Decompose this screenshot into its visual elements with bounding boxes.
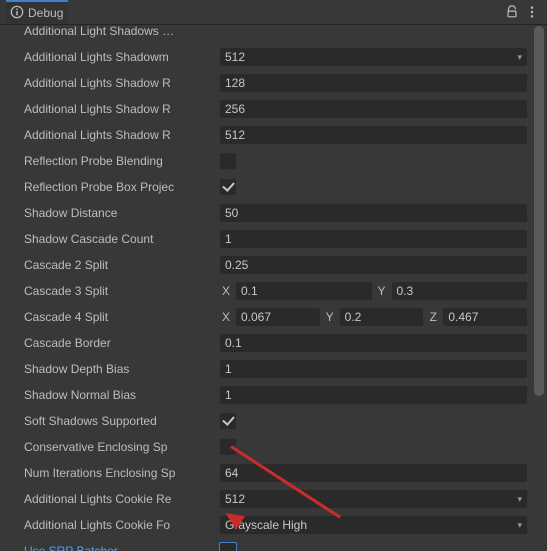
checkbox-reflection-probe-box[interactable] <box>220 179 236 195</box>
row-additional-lights-cookie-fmt: Additional Lights Cookie Fo Grayscale Hi… <box>0 512 547 538</box>
tab-title: Debug <box>28 6 63 20</box>
input-cascade2-split[interactable] <box>220 256 527 274</box>
input-shadow-distance[interactable] <box>220 204 527 222</box>
label-additional-lights-cookie-res: Additional Lights Cookie Re <box>24 492 220 506</box>
chevron-down-icon: ▾ <box>517 520 522 531</box>
label-shadow-normal-bias: Shadow Normal Bias <box>24 388 220 402</box>
label-cascade-border: Cascade Border <box>24 336 220 350</box>
input-num-iterations-enclosing-sp[interactable] <box>220 464 527 482</box>
row-additional-lights-shadow-r3: Additional Lights Shadow R <box>0 122 547 148</box>
row-reflection-probe-box: Reflection Probe Box Projec <box>0 174 547 200</box>
row-additional-light-shadows-cut: Additional Light Shadows … <box>0 24 547 44</box>
input-shadow-depth-bias[interactable] <box>220 360 527 378</box>
label-additional-lights-shadow-r2: Additional Lights Shadow R <box>24 102 220 116</box>
panel-menu-button[interactable] <box>523 3 541 21</box>
row-cascade3-split: Cascade 3 Split X Y <box>0 278 547 304</box>
checkbox-conservative-enclosing-sp[interactable] <box>220 439 236 455</box>
label-soft-shadows-supported: Soft Shadows Supported <box>24 414 220 428</box>
label-additional-lights-cookie-fmt: Additional Lights Cookie Fo <box>24 518 220 532</box>
label-shadow-cascade-count: Shadow Cascade Count <box>24 232 220 246</box>
label-additional-lights-shadowmap: Additional Lights Shadowm <box>24 50 220 64</box>
row-conservative-enclosing-sp: Conservative Enclosing Sp <box>0 434 547 460</box>
input-additional-lights-shadow-r3[interactable] <box>220 126 527 144</box>
row-shadow-depth-bias: Shadow Depth Bias <box>0 356 547 382</box>
label-cascade4-split: Cascade 4 Split <box>24 310 220 324</box>
debug-tab[interactable]: Debug <box>6 0 68 24</box>
input-cascade4-z[interactable] <box>443 308 527 326</box>
lock-button[interactable] <box>503 3 521 21</box>
row-additional-lights-shadowmap: Additional Lights Shadowm 512 ▾ <box>0 44 547 70</box>
axis-y-label: Y <box>376 284 388 298</box>
chevron-down-icon: ▾ <box>517 52 522 63</box>
label-cascade3-split: Cascade 3 Split <box>24 284 220 298</box>
dropdown-value: 512 <box>225 50 245 64</box>
input-cascade3-x[interactable] <box>236 282 372 300</box>
label-shadow-depth-bias: Shadow Depth Bias <box>24 362 220 376</box>
panel-header: Debug <box>0 0 547 25</box>
label-use-srp-batcher: Use SRP Batcher <box>24 544 220 551</box>
row-reflection-probe-blending: Reflection Probe Blending <box>0 148 547 174</box>
row-num-iterations-enclosing-sp: Num Iterations Enclosing Sp <box>0 460 547 486</box>
checkbox-use-srp-batcher[interactable] <box>220 543 236 551</box>
row-shadow-cascade-count: Shadow Cascade Count <box>0 226 547 252</box>
label-conservative-enclosing-sp: Conservative Enclosing Sp <box>24 440 220 454</box>
checkbox-soft-shadows-supported[interactable] <box>220 413 236 429</box>
scrollbar-vertical[interactable] <box>533 26 545 549</box>
label-additional-lights-shadow-r1: Additional Lights Shadow R <box>24 76 220 90</box>
row-shadow-normal-bias: Shadow Normal Bias <box>0 382 547 408</box>
label-shadow-distance: Shadow Distance <box>24 206 220 220</box>
label-reflection-probe-box: Reflection Probe Box Projec <box>24 180 220 194</box>
inspector-body: Additional Light Shadows … Additional Li… <box>0 24 547 551</box>
dropdown-additional-lights-cookie-fmt[interactable]: Grayscale High ▾ <box>220 516 527 534</box>
dropdown-value: Grayscale High <box>225 518 307 532</box>
input-cascade-border[interactable] <box>220 334 527 352</box>
input-shadow-normal-bias[interactable] <box>220 386 527 404</box>
axis-x-label: X <box>220 310 232 324</box>
row-additional-lights-shadow-r2: Additional Lights Shadow R <box>0 96 547 122</box>
input-additional-lights-shadow-r2[interactable] <box>220 100 527 118</box>
scrollbar-thumb[interactable] <box>534 26 544 396</box>
input-cascade4-y[interactable] <box>340 308 424 326</box>
row-additional-lights-cookie-res: Additional Lights Cookie Re 512 ▾ <box>0 486 547 512</box>
dropdown-value: 512 <box>225 492 245 506</box>
row-shadow-distance: Shadow Distance <box>0 200 547 226</box>
row-cascade-border: Cascade Border <box>0 330 547 356</box>
row-cascade2-split: Cascade 2 Split <box>0 252 547 278</box>
row-soft-shadows-supported: Soft Shadows Supported <box>0 408 547 434</box>
axis-z-label: Z <box>427 310 439 324</box>
row-additional-lights-shadow-r1: Additional Lights Shadow R <box>0 70 547 96</box>
input-additional-lights-shadow-r1[interactable] <box>220 74 527 92</box>
label-reflection-probe-blending: Reflection Probe Blending <box>24 154 220 168</box>
info-icon <box>10 5 24 22</box>
dropdown-additional-lights-shadowmap[interactable]: 512 ▾ <box>220 48 527 66</box>
row-cascade4-split: Cascade 4 Split X Y Z <box>0 304 547 330</box>
label-cascade2-split: Cascade 2 Split <box>24 258 220 272</box>
input-cascade4-x[interactable] <box>236 308 320 326</box>
label-additional-light-shadows-cut: Additional Light Shadows … <box>24 24 220 38</box>
dropdown-additional-lights-cookie-res[interactable]: 512 ▾ <box>220 490 527 508</box>
row-use-srp-batcher: Use SRP Batcher <box>0 538 547 551</box>
chevron-down-icon: ▾ <box>517 494 522 505</box>
axis-y-label: Y <box>324 310 336 324</box>
input-cascade3-y[interactable] <box>392 282 528 300</box>
axis-x-label: X <box>220 284 232 298</box>
input-shadow-cascade-count[interactable] <box>220 230 527 248</box>
label-additional-lights-shadow-r3: Additional Lights Shadow R <box>24 128 220 142</box>
label-num-iterations-enclosing-sp: Num Iterations Enclosing Sp <box>24 466 220 480</box>
checkbox-reflection-probe-blending[interactable] <box>220 153 236 169</box>
